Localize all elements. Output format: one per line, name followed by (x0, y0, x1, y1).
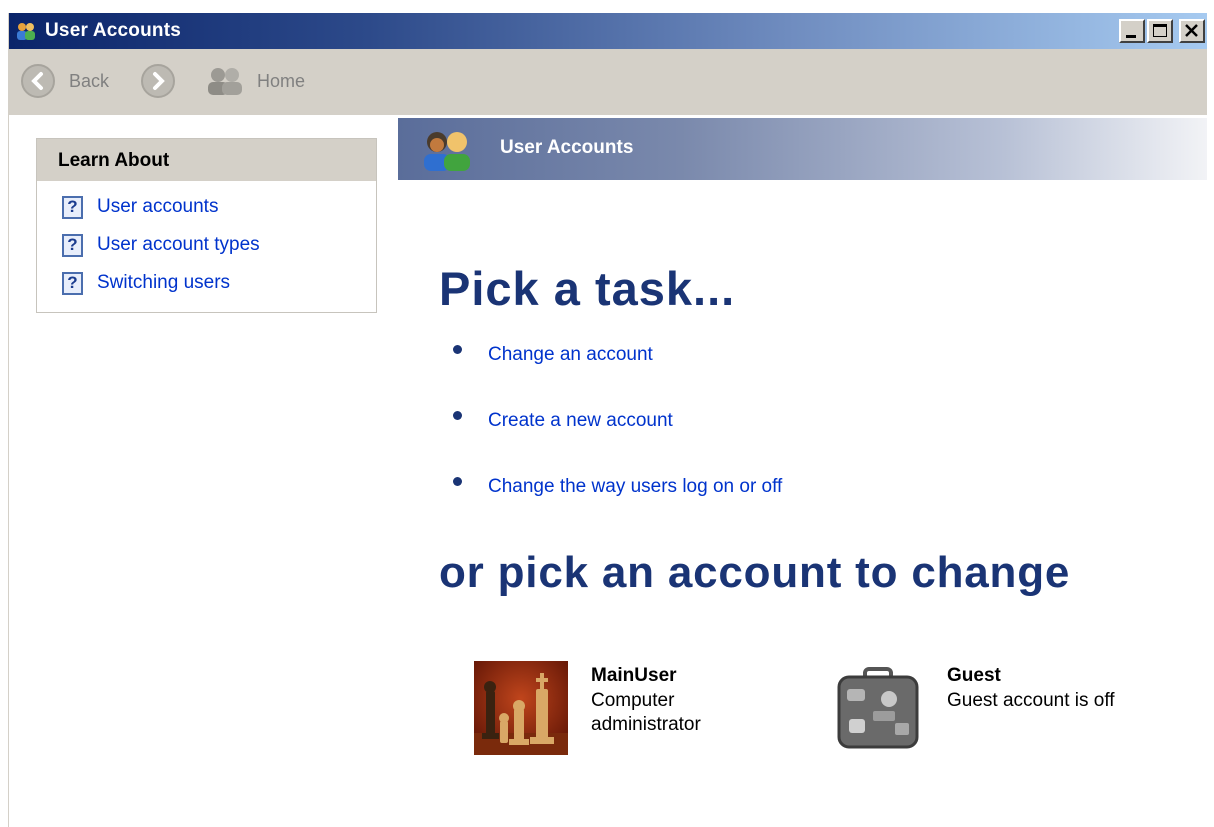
account-status: Guest account is off (947, 690, 1115, 711)
suitcase-picture (831, 661, 925, 755)
chess-picture (474, 661, 568, 755)
learn-item-switching-users[interactable]: ? Switching users (62, 269, 230, 297)
learn-about-panel: Learn About ? User accounts ? User accou… (36, 138, 377, 313)
maximize-button[interactable] (1147, 19, 1173, 43)
task-link-label[interactable]: Create a new account (488, 410, 673, 432)
pick-task-heading: Pick a task... (439, 262, 736, 315)
forward-arrow-icon (153, 72, 165, 90)
users-icon (17, 23, 35, 40)
forward-button[interactable] (141, 64, 175, 98)
learn-link-label[interactable]: Switching users (97, 272, 230, 294)
minimize-button[interactable] (1119, 19, 1145, 43)
task-link-label[interactable]: Change the way users log on or off (488, 476, 782, 498)
task-link-label[interactable]: Change an account (488, 344, 653, 366)
task-change-logon[interactable]: Change the way users log on or off (453, 476, 782, 498)
back-label[interactable]: Back (69, 71, 109, 92)
close-icon (1185, 24, 1198, 37)
pick-account-heading: or pick an account to change (439, 548, 1071, 597)
back-arrow-icon (31, 72, 43, 90)
section-title: User Accounts (500, 137, 634, 158)
learn-item-user-accounts[interactable]: ? User accounts (62, 193, 218, 221)
account-type-line2: administrator (591, 714, 701, 735)
account-guest[interactable]: Guest Guest account is off (831, 661, 1161, 761)
section-header-bar: User Accounts (398, 118, 1207, 180)
account-name[interactable]: MainUser (591, 665, 677, 687)
learn-link-label[interactable]: User account types (97, 234, 260, 256)
account-type-line1: Computer (591, 690, 675, 711)
help-icon: ? (62, 271, 83, 295)
task-create-account[interactable]: Create a new account (453, 410, 673, 432)
bullet-icon (453, 344, 462, 354)
navigation-toolbar: Back Home (9, 49, 1207, 115)
task-change-account[interactable]: Change an account (453, 344, 653, 366)
title-bar[interactable]: User Accounts (9, 13, 1207, 49)
close-button[interactable] (1179, 19, 1205, 43)
user-accounts-window: User Accounts Back Home Learn About ? Us… (8, 13, 1214, 827)
help-icon: ? (62, 195, 83, 219)
bullet-icon (453, 410, 462, 420)
back-button[interactable] (21, 64, 55, 98)
learn-item-user-account-types[interactable]: ? User account types (62, 231, 260, 259)
bullet-icon (453, 476, 462, 486)
minimize-icon (1126, 35, 1136, 38)
account-mainuser[interactable]: MainUser Computer administrator (474, 661, 754, 761)
user-accounts-icon (424, 132, 470, 171)
window-title: User Accounts (45, 20, 181, 41)
help-icon: ? (62, 233, 83, 257)
home-label[interactable]: Home (257, 71, 305, 92)
learn-link-label[interactable]: User accounts (97, 196, 218, 218)
account-name[interactable]: Guest (947, 665, 1001, 687)
learn-about-heading: Learn About (37, 139, 376, 181)
maximize-icon (1153, 24, 1167, 37)
home-users-icon[interactable] (205, 65, 245, 97)
